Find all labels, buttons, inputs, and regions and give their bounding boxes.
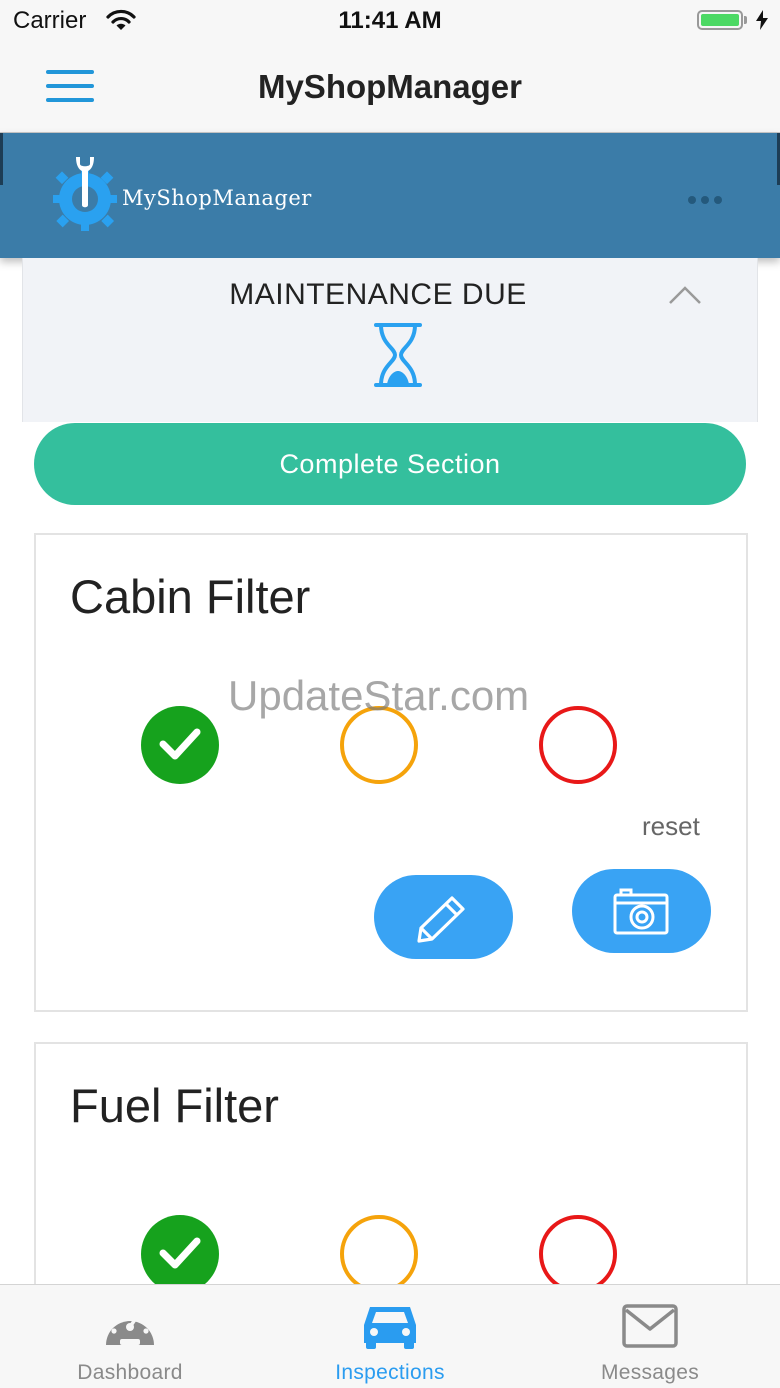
nav-title: MyShopManager [257, 68, 523, 105]
watermark: UpdateStar.com [228, 672, 530, 719]
battery-icon [697, 10, 743, 30]
brand-header-edge [0, 133, 3, 185]
item-title: Cabin Filter [70, 570, 311, 623]
tab-bar: Dashboard Inspections Messages [0, 1284, 780, 1388]
tab-label: Messages [600, 1361, 700, 1384]
tab-messages[interactable]: Messages [520, 1285, 780, 1388]
status-critical-button[interactable] [539, 706, 617, 784]
clock: 11:41 AM [338, 7, 442, 34]
status-ok-button[interactable] [141, 706, 219, 784]
bolt-icon [756, 10, 768, 35]
status-critical-button[interactable] [539, 1215, 617, 1293]
tab-dashboard[interactable]: Dashboard [0, 1285, 260, 1388]
tab-label: Inspections [335, 1361, 445, 1384]
status-bar: Carrier 11:41 AM [0, 0, 780, 44]
tab-label: Dashboard [77, 1361, 183, 1384]
battery-cap [744, 16, 747, 24]
envelope-icon [520, 1303, 780, 1354]
battery-level [701, 14, 739, 26]
more-dots-icon[interactable] [688, 191, 727, 209]
inspection-item-card: Cabin Filter reset [34, 533, 748, 1012]
pencil-icon [417, 896, 465, 943]
hourglass-icon [373, 322, 423, 393]
reset-link[interactable]: reset [642, 811, 700, 842]
car-icon [260, 1303, 520, 1356]
camera-button[interactable] [572, 869, 711, 953]
edit-note-button[interactable] [374, 875, 513, 959]
navigation-bar: MyShopManager [0, 44, 780, 133]
brand-logo-text: MyShopManager [122, 186, 312, 210]
status-ok-button[interactable] [141, 1215, 219, 1293]
camera-icon [613, 888, 669, 935]
complete-section-button[interactable]: Complete Section [34, 423, 746, 505]
chevron-up-icon[interactable] [668, 285, 702, 310]
section-title: MAINTENANCE DUE [229, 278, 527, 311]
inspection-item-card: Fuel Filter [34, 1042, 748, 1306]
speedometer-icon [0, 1303, 260, 1356]
status-warning-button[interactable] [340, 1215, 418, 1293]
tab-inspections[interactable]: Inspections [260, 1285, 520, 1388]
item-title: Fuel Filter [70, 1079, 279, 1132]
brand-header: MyShopManager [0, 133, 780, 258]
gear-wrench-icon [50, 153, 120, 242]
